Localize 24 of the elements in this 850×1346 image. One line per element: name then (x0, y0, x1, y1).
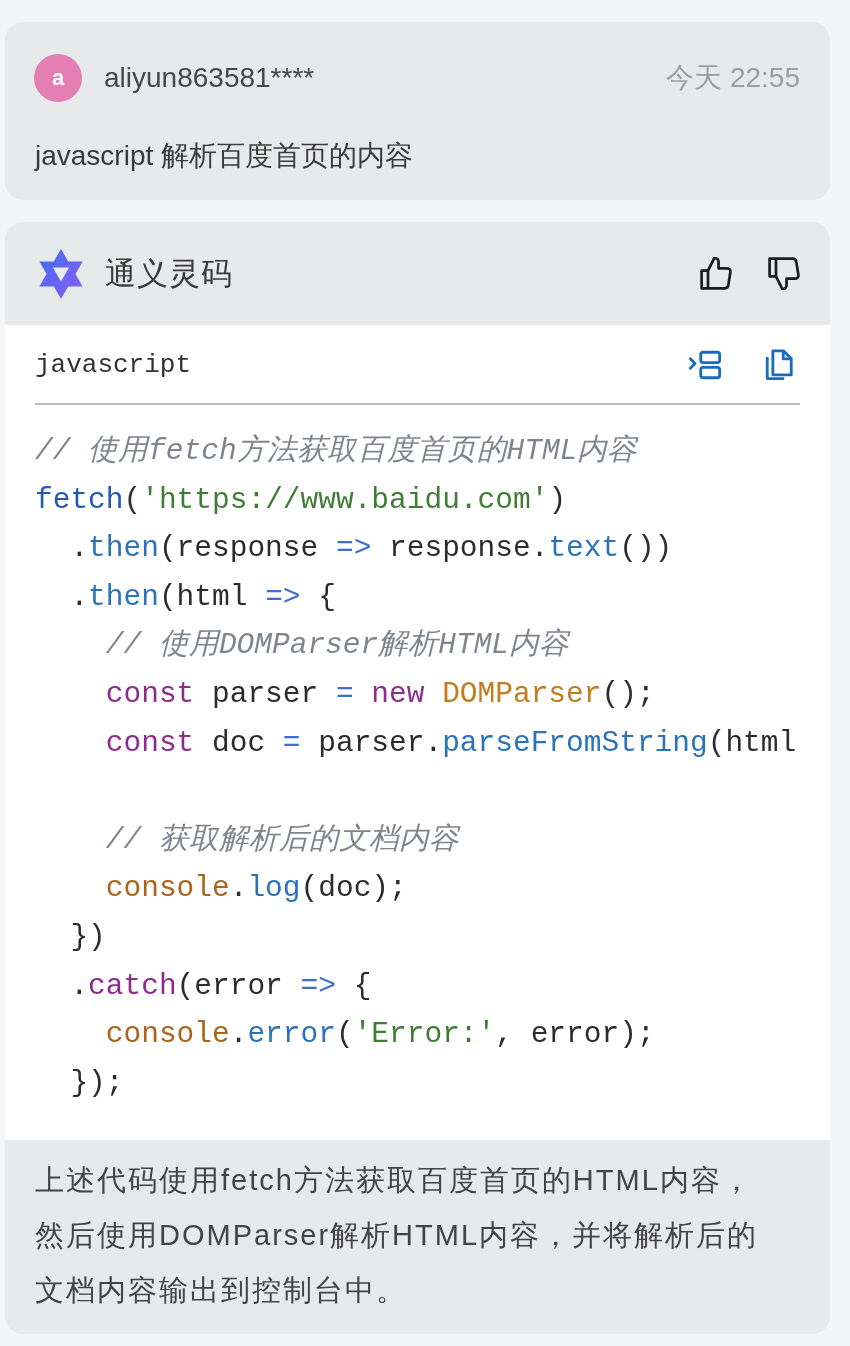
code-comment: // 获取解析后的文档内容 (105, 821, 459, 859)
code-line: fetch('https://www.baidu.com') (35, 481, 567, 519)
code-line: }); (70, 1064, 124, 1102)
chevron-list-icon[interactable] (688, 348, 722, 381)
code-line: const doc = parser.parseFromString(html (105, 724, 797, 762)
code-comment: // 使用DOMParser解析HTML内容 (105, 627, 570, 665)
code-line: .then(response => response.text()) (70, 530, 673, 568)
message-text: javascript 解析百度首页的内容 (35, 139, 414, 173)
timestamp: 今天 22:55 (666, 61, 800, 95)
code-line: const parser = new DOMParser(); (105, 675, 655, 713)
code-line: console.log(doc); (105, 870, 407, 908)
assistant-name: 通义灵码 (105, 254, 233, 293)
code-comment: // 使用fetch方法获取百度首页的HTML内容 (35, 433, 638, 470)
thumbs-down-icon[interactable] (768, 257, 800, 290)
code-line: .catch(error => { (70, 967, 372, 1005)
code-line: console.error('Error:', error); (105, 1016, 655, 1054)
avatar: a (34, 54, 82, 102)
code-language: javascript (35, 349, 192, 380)
code-line: }) (70, 918, 106, 956)
username: aliyun863581**** (104, 62, 315, 94)
hexagram-logo-icon (39, 248, 83, 299)
thumbs-up-icon[interactable] (700, 257, 732, 290)
code-line: .then(html => { (70, 578, 336, 616)
answer-text: 上述代码使用fetch方法获取百度首页的HTML内容，然后使用DOMParser解析HTML内容，并将解析后的文档内容输出到控制台中。 (35, 1163, 759, 1309)
